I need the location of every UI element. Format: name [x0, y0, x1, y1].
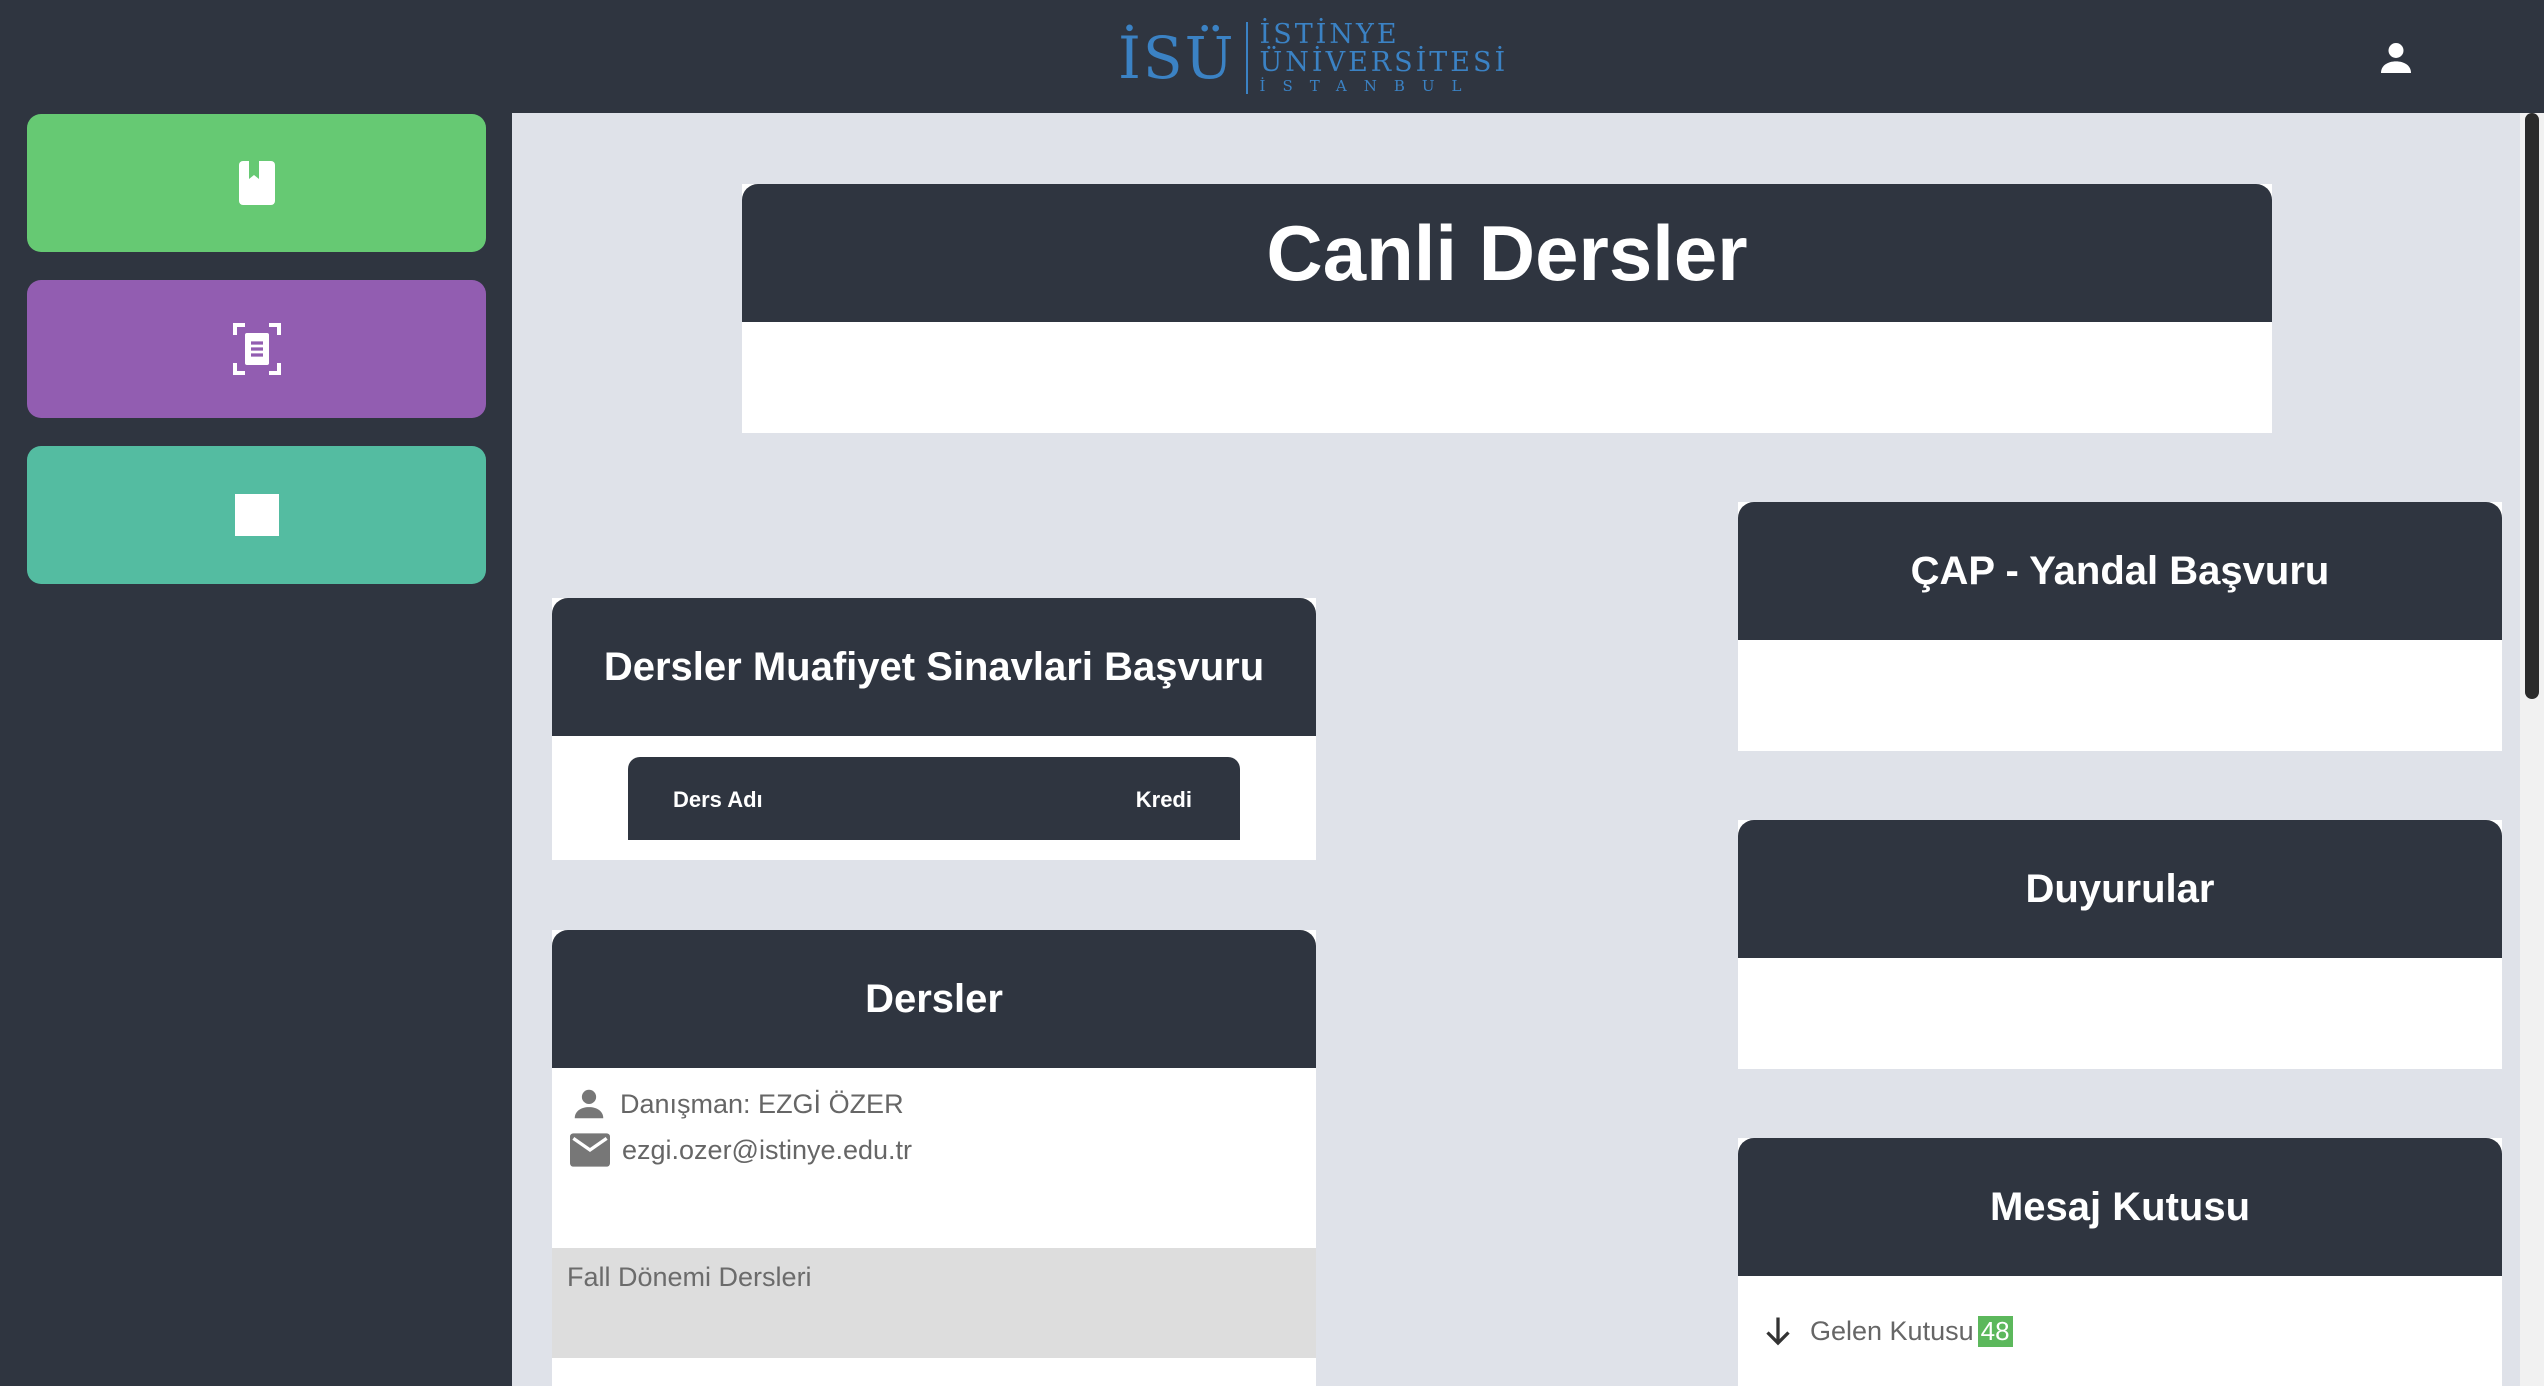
advisor-name: Danışman: EZGİ ÖZER	[620, 1088, 904, 1119]
column-credit: Kredi	[1135, 787, 1192, 812]
book-icon	[238, 161, 275, 205]
scrollbar-thumb[interactable]	[2525, 113, 2539, 699]
courses-card: Dersler Danışman: EZGİ ÖZER ezgi.ozer@is…	[552, 930, 1316, 1386]
logo-mark: İSÜ	[1118, 24, 1236, 92]
advisor-email[interactable]: ezgi.ozer@istinye.edu.tr	[622, 1135, 912, 1166]
sidebar	[0, 113, 512, 1386]
announcements-card: Duyurular	[1738, 820, 2502, 1069]
courses-title: Dersler	[552, 930, 1316, 1068]
logo-divider	[1245, 22, 1248, 94]
logo-line-2: ÜNİVERSİTESİ	[1259, 47, 1509, 78]
announcements-title: Duyurular	[1738, 820, 2502, 958]
logo-text: İSTİNYE ÜNİVERSİTESİ İSTANBUL	[1260, 21, 1509, 95]
square-icon	[234, 494, 279, 536]
cap-minor-application-card: ÇAP - Yandal Başvuru	[1738, 502, 2502, 751]
message-box-title: Mesaj Kutusu	[1738, 1138, 2502, 1276]
live-courses-card: Canli Dersler	[742, 184, 2272, 433]
arrow-down-icon	[1766, 1317, 1790, 1346]
column-course-name: Ders Adı	[673, 787, 763, 812]
user-menu-button[interactable]	[2376, 38, 2416, 78]
top-bar: İSÜ İSTİNYE ÜNİVERSİTESİ İSTANBUL	[0, 0, 2544, 113]
sidebar-button-courses[interactable]	[27, 114, 486, 252]
main-content: Canli Dersler Dersler Muafiyet Sinavlari…	[512, 113, 2520, 1386]
message-box-card: Mesaj Kutusu Gelen Kutusu 48	[1738, 1138, 2502, 1386]
logo-line-1: İSTİNYE	[1259, 19, 1400, 50]
email-row: ezgi.ozer@istinye.edu.tr	[570, 1133, 912, 1167]
exemption-exam-card: Dersler Muafiyet Sinavlari Başvuru Ders …	[552, 598, 1316, 860]
inbox-link[interactable]: Gelen Kutusu 48	[1760, 1313, 2013, 1349]
mail-icon	[570, 1133, 610, 1167]
document-scan-icon	[232, 323, 281, 375]
logo-line-3: İSTANBUL	[1259, 77, 1479, 95]
user-icon	[2381, 43, 2411, 73]
vertical-scrollbar[interactable]	[2520, 113, 2544, 1386]
semester-courses-heading: Fall Dönemi Dersleri	[552, 1248, 1316, 1358]
exemption-exam-title: Dersler Muafiyet Sinavlari Başvuru	[552, 598, 1316, 736]
university-logo[interactable]: İSÜ İSTİNYE ÜNİVERSİTESİ İSTANBUL	[1118, 18, 1508, 98]
person-icon	[574, 1089, 604, 1119]
sidebar-button-documents[interactable]	[27, 280, 486, 418]
exemption-table-header: Ders Adı Kredi	[628, 757, 1240, 840]
live-courses-title: Canli Dersler	[742, 184, 2272, 322]
advisor-row: Danışman: EZGİ ÖZER	[570, 1085, 904, 1123]
inbox-count-badge: 48	[1977, 1315, 2013, 1347]
inbox-label: Gelen Kutusu	[1810, 1315, 1974, 1346]
cap-minor-title: ÇAP - Yandal Başvuru	[1738, 502, 2502, 640]
sidebar-button-square[interactable]	[27, 446, 486, 584]
